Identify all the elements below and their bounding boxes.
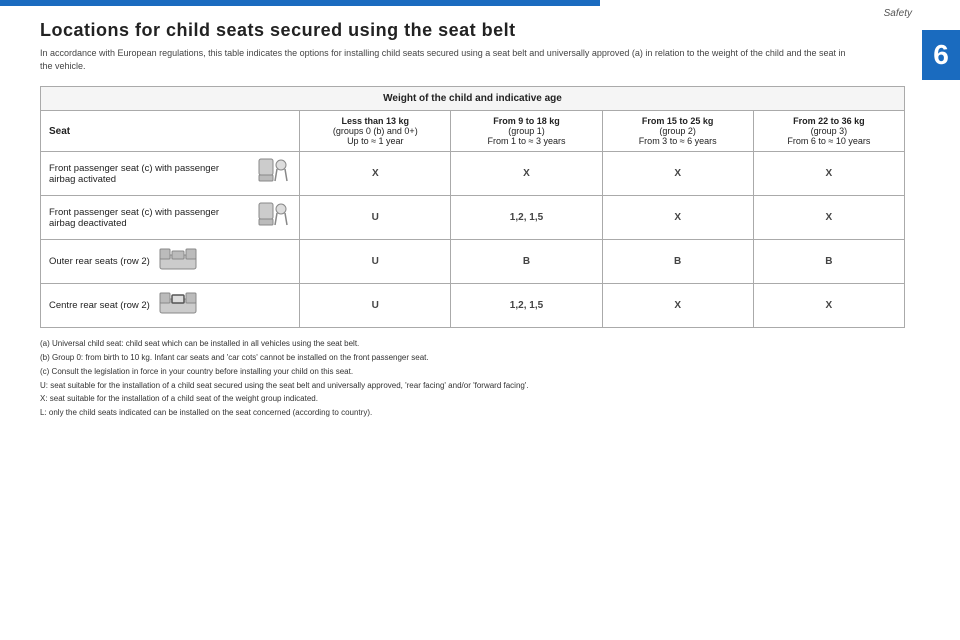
footnote-item: (a) Universal child seat: child seat whi…: [40, 338, 905, 351]
table-row: Centre rear seat (row 2) U1,2, 1,5XX: [41, 284, 905, 328]
seat-icon: [255, 201, 291, 234]
weight-col-0: Less than 13 kg (groups 0 (b) and 0+) Up…: [300, 111, 451, 152]
seat-name-cell-1: Front passenger seat (c) with passenger …: [41, 196, 300, 240]
footnote-item: (b) Group 0: from birth to 10 kg. Infant…: [40, 352, 905, 365]
value-cell-0-3: X: [753, 152, 904, 196]
value-cell-1-2: X: [602, 196, 753, 240]
seat-icon: [158, 289, 198, 322]
value-cell-2-1: B: [451, 240, 602, 284]
seat-name-cell-3: Centre rear seat (row 2): [41, 284, 300, 328]
value-cell-2-0: U: [300, 240, 451, 284]
page-subtitle: In accordance with European regulations,…: [40, 47, 860, 72]
footnotes: (a) Universal child seat: child seat whi…: [40, 338, 905, 420]
chapter-box: 6: [922, 30, 960, 80]
seat-col-header: Seat: [41, 111, 300, 152]
footnote-item: (c) Consult the legislation in force in …: [40, 366, 905, 379]
seat-label: Front passenger seat (c) with passenger …: [49, 163, 247, 185]
value-cell-3-0: U: [300, 284, 451, 328]
seat-icon: [158, 245, 198, 278]
safety-label: Safety: [884, 8, 912, 19]
weight-col-1: From 9 to 18 kg (group 1) From 1 to ≈ 3 …: [451, 111, 602, 152]
seat-name-cell-2: Outer rear seats (row 2): [41, 240, 300, 284]
value-cell-0-2: X: [602, 152, 753, 196]
footnote-item: U: seat suitable for the installation of…: [40, 380, 905, 393]
value-cell-0-0: X: [300, 152, 451, 196]
page-title: Locations for child seats secured using …: [40, 20, 905, 41]
weight-header: Weight of the child and indicative age: [41, 87, 905, 111]
value-cell-3-1: 1,2, 1,5: [451, 284, 602, 328]
table-row: Outer rear seats (row 2) UBBB: [41, 240, 905, 284]
footnote-item: L: only the child seats indicated can be…: [40, 407, 905, 420]
seat-name-cell-0: Front passenger seat (c) with passenger …: [41, 152, 300, 196]
seat-label: Outer rear seats (row 2): [49, 256, 150, 267]
value-cell-3-3: X: [753, 284, 904, 328]
value-cell-2-3: B: [753, 240, 904, 284]
value-cell-1-0: U: [300, 196, 451, 240]
table-row: Front passenger seat (c) with passenger …: [41, 196, 905, 240]
seat-icon: [255, 157, 291, 190]
value-cell-0-1: X: [451, 152, 602, 196]
value-cell-2-2: B: [602, 240, 753, 284]
weight-col-2: From 15 to 25 kg (group 2) From 3 to ≈ 6…: [602, 111, 753, 152]
value-cell-1-1: 1,2, 1,5: [451, 196, 602, 240]
weight-col-3: From 22 to 36 kg (group 3) From 6 to ≈ 1…: [753, 111, 904, 152]
table-row: Front passenger seat (c) with passenger …: [41, 152, 905, 196]
seat-label: Front passenger seat (c) with passenger …: [49, 207, 247, 229]
footnote-item: X: seat suitable for the installation of…: [40, 393, 905, 406]
top-bar: [0, 0, 600, 6]
value-cell-1-3: X: [753, 196, 904, 240]
main-content: Locations for child seats secured using …: [40, 20, 905, 421]
value-cell-3-2: X: [602, 284, 753, 328]
child-seat-table: Weight of the child and indicative age S…: [40, 86, 905, 328]
seat-label: Centre rear seat (row 2): [49, 300, 150, 311]
